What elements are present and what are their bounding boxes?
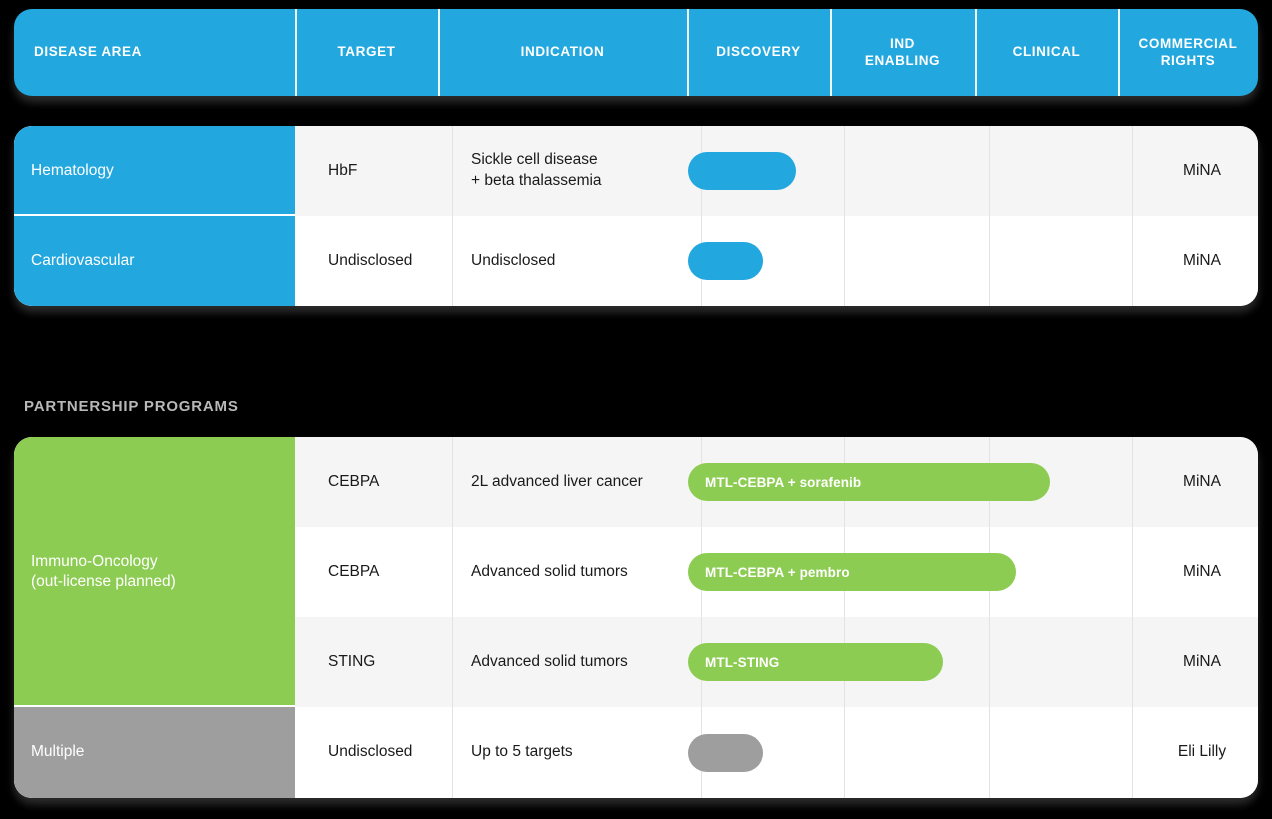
indication-cell: Advanced solid tumors (452, 617, 701, 707)
header-ind-enabling-label: IND ENABLING (864, 35, 941, 68)
indication-value: Up to 5 targets (471, 743, 573, 761)
column-divider (989, 126, 990, 306)
header-ind-enabling: IND ENABLING (830, 9, 975, 96)
progress-bar-label: MTL-CEBPA + pembro (705, 564, 850, 580)
target-value: CEBPA (328, 562, 380, 580)
commercial-rights-cell: Eli Lilly (1132, 707, 1258, 798)
partnership-programs-heading-label: PARTNERSHIP PROGRAMS (24, 398, 239, 415)
commercial-rights-cell: MiNA (1132, 437, 1258, 527)
header-disease-area: DISEASE AREA (14, 9, 295, 96)
progress-bar-mtl-cebpa-sorafenib[interactable]: MTL-CEBPA + sorafenib (688, 463, 1050, 501)
target-value: STING (328, 652, 376, 670)
indication-value: Undisclosed (471, 251, 556, 269)
indication-value: 2L advanced liver cancer (471, 472, 643, 490)
disease-area-label: Immuno-Oncology (out-license planned) (31, 552, 176, 590)
indication-cell: Undisclosed (452, 216, 701, 306)
header-commercial-rights-label: COMMERCIAL RIGHTS (1138, 35, 1238, 68)
indication-cell: Sickle cell disease + beta thalassemia (452, 126, 701, 216)
commercial-rights-value: MiNA (1183, 562, 1221, 580)
header-discovery: DISCOVERY (687, 9, 830, 96)
header-indication: INDICATION (438, 9, 687, 96)
progress-bar-multiple[interactable] (688, 734, 763, 772)
header-disease-area-label: DISEASE AREA (34, 44, 142, 60)
header-discovery-label: DISCOVERY (716, 44, 801, 60)
partnership-programs-table: Immuno-Oncology (out-license planned) Mu… (14, 437, 1258, 798)
target-value: CEBPA (328, 472, 380, 490)
progress-bar-mtl-cebpa-pembro[interactable]: MTL-CEBPA + pembro (688, 553, 1016, 591)
header-indication-label: INDICATION (520, 44, 605, 60)
target-cell: CEBPA (309, 527, 452, 617)
commercial-rights-cell: MiNA (1132, 126, 1258, 216)
partnership-programs-heading: PARTNERSHIP PROGRAMS (24, 398, 239, 415)
target-value: Undisclosed (328, 251, 413, 269)
indication-value: Advanced solid tumors (471, 562, 628, 580)
commercial-rights-cell: MiNA (1132, 527, 1258, 617)
disease-area-multiple: Multiple (14, 707, 295, 798)
column-divider (844, 126, 845, 306)
target-cell: STING (309, 617, 452, 707)
target-cell: CEBPA (309, 437, 452, 527)
commercial-rights-value: MiNA (1183, 251, 1221, 269)
commercial-rights-value: MiNA (1183, 161, 1221, 179)
target-value: Undisclosed (328, 743, 413, 761)
header-clinical: CLINICAL (975, 9, 1118, 96)
progress-bar-cardiovascular[interactable] (688, 242, 763, 280)
header-clinical-label: CLINICAL (1012, 44, 1081, 60)
commercial-rights-value: MiNA (1183, 652, 1221, 670)
indication-cell: 2L advanced liver cancer (452, 437, 701, 527)
disease-area-label: Cardiovascular (31, 251, 135, 269)
progress-bar-hematology[interactable] (688, 152, 796, 190)
commercial-rights-value: Eli Lilly (1177, 743, 1227, 761)
header-target: TARGET (295, 9, 438, 96)
disease-area-label: Hematology (31, 161, 114, 179)
progress-bar-label: MTL-CEBPA + sorafenib (705, 474, 862, 490)
target-cell: Undisclosed (309, 216, 452, 306)
indication-value: Sickle cell disease + beta thalassemia (471, 151, 602, 189)
indication-value: Advanced solid tumors (471, 652, 628, 670)
progress-bar-label: MTL-STING (705, 654, 780, 670)
target-cell: HbF (309, 126, 452, 216)
proprietary-programs-table: Hematology Cardiovascular HbF Sickle cel… (14, 126, 1258, 306)
commercial-rights-cell: MiNA (1132, 617, 1258, 707)
target-value: HbF (328, 161, 358, 179)
indication-cell: Advanced solid tumors (452, 527, 701, 617)
progress-bar-mtl-sting[interactable]: MTL-STING (688, 643, 943, 681)
indication-cell: Up to 5 targets (452, 707, 701, 798)
header-commercial-rights: COMMERCIAL RIGHTS (1118, 9, 1258, 96)
disease-area-immuno-oncology: Immuno-Oncology (out-license planned) (14, 437, 295, 707)
pipeline-header: DISEASE AREA TARGET INDICATION DISCOVERY… (14, 9, 1258, 96)
commercial-rights-cell: MiNA (1132, 216, 1258, 306)
disease-area-cardiovascular: Cardiovascular (14, 216, 295, 306)
disease-area-label: Multiple (31, 743, 85, 761)
disease-area-hematology: Hematology (14, 126, 295, 216)
target-cell: Undisclosed (309, 707, 452, 798)
header-target-label: TARGET (337, 44, 396, 60)
pipeline-chart: DISEASE AREA TARGET INDICATION DISCOVERY… (0, 0, 1272, 819)
commercial-rights-value: MiNA (1183, 472, 1221, 490)
